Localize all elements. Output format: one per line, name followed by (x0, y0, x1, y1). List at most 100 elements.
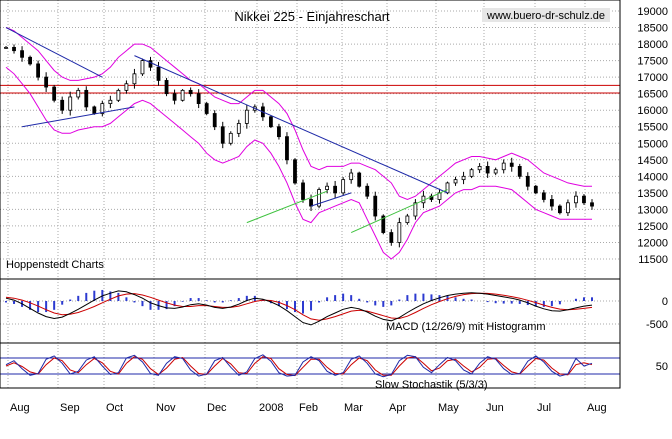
candle-body (244, 109, 249, 124)
candle-body (196, 93, 201, 104)
candle-body (76, 89, 81, 98)
candle-body (301, 182, 305, 200)
candle-body (325, 185, 329, 190)
candle-body (525, 175, 530, 187)
x-tick-label: Feb (299, 402, 318, 414)
candle-body (236, 123, 241, 134)
y-tick-label: 17000 (637, 72, 668, 84)
candle-body (164, 80, 169, 95)
candle-body (341, 179, 346, 194)
x-tick-label: May (438, 402, 459, 414)
candle-body (68, 96, 73, 111)
candle-body (509, 162, 514, 167)
candle-body (357, 172, 362, 187)
candle-body (132, 73, 137, 85)
x-tick-label: Oct (106, 402, 123, 414)
candle-body (293, 159, 297, 184)
x-tick-label: Aug (10, 402, 30, 414)
y-tick-label: 13500 (637, 188, 668, 200)
candle-body (156, 66, 161, 81)
candle-body (582, 195, 586, 204)
stoch-d-line (5, 356, 593, 377)
candle-body (590, 202, 594, 207)
candle-body (397, 222, 402, 243)
stochastic-label: Slow Stochastik (5/3/3) (375, 379, 488, 391)
candle-body (333, 185, 338, 194)
y-tick-label: 18500 (637, 23, 668, 35)
candle-body (461, 175, 466, 181)
candle-body (405, 215, 410, 224)
y-tick-label: 16500 (637, 89, 668, 101)
y-tick-label: 16000 (637, 105, 668, 117)
y-tick-label: 15000 (637, 138, 668, 150)
candle-body (365, 185, 370, 197)
candle-body (188, 89, 193, 95)
x-tick-label: Jul (537, 402, 551, 414)
chart-title: Nikkei 225 - Einjahreschart (234, 9, 390, 24)
candle-body (124, 83, 129, 91)
candle-body (180, 89, 185, 101)
macd-tick-label: -500 (646, 319, 668, 331)
y-tick-label: 13000 (637, 204, 668, 216)
y-tick-label: 14000 (637, 171, 668, 183)
stoch-tick-label: 50 (656, 361, 668, 373)
x-tick-label: Apr (389, 402, 406, 414)
candle-body (116, 89, 121, 101)
y-tick-label: 11500 (638, 254, 668, 266)
y-tick-label: 12000 (637, 237, 668, 249)
candle-body (28, 56, 32, 65)
candle-body (60, 99, 65, 111)
candle-body (220, 126, 225, 144)
x-tick-label: Dec (207, 402, 227, 414)
x-tick-label: Aug (587, 402, 607, 414)
candle-body (349, 172, 354, 181)
candle-body (269, 116, 273, 128)
candle-body (204, 103, 209, 114)
candle-body (485, 166, 490, 174)
candle-body (277, 126, 281, 138)
candle-body (453, 179, 458, 184)
candle-body (20, 50, 24, 58)
candle-body (469, 169, 474, 177)
candle-body (566, 202, 570, 214)
x-tick-label: Jun (486, 402, 504, 414)
candle-body (445, 182, 450, 194)
candle-body (84, 89, 89, 108)
x-tick-label: Mar (344, 402, 363, 414)
candle-body (549, 199, 554, 207)
candle-body (501, 162, 506, 171)
y-tick-label: 15500 (637, 122, 668, 134)
candle-body (52, 86, 57, 101)
candle-body (541, 192, 546, 200)
candle-body (148, 60, 153, 68)
candle-body (477, 166, 482, 171)
candle-body (493, 169, 498, 174)
candle-body (212, 113, 217, 128)
candle-body (557, 205, 562, 214)
chart-root: Aug Sep Oct Nov Dec 2008 Feb Mar Apr May Jun Jul Aug… (0, 0, 672, 439)
candle-body (285, 136, 289, 161)
y-tick-label: 12500 (637, 221, 668, 233)
candle-body (373, 195, 378, 217)
candle-body (574, 195, 578, 204)
candle-body (533, 185, 538, 194)
nikkei-chart: Aug Sep Oct Nov Dec 2008 Feb Mar Apr May Jun Jul Aug… (0, 0, 668, 414)
candle-body (4, 46, 8, 49)
x-tick-label: Nov (156, 402, 176, 414)
macd-label: MACD (12/26/9) mit Histogramm (386, 321, 546, 333)
x-tick-label: Sep (60, 402, 80, 414)
candle-body (92, 106, 97, 114)
y-tick-label: 18000 (637, 39, 668, 51)
candle-body (228, 132, 233, 144)
candle-body (36, 63, 41, 78)
source-label: Hoppenstedt Charts (6, 259, 104, 271)
y-tick-label: 14500 (637, 155, 668, 167)
candle-body (140, 60, 145, 75)
candle-body (12, 46, 16, 52)
candle-body (309, 199, 313, 207)
candle-body (172, 93, 177, 101)
candle-body (389, 232, 394, 243)
candle-body (44, 76, 49, 88)
y-tick-label: 19000 (637, 6, 668, 18)
trendline (134, 55, 448, 194)
